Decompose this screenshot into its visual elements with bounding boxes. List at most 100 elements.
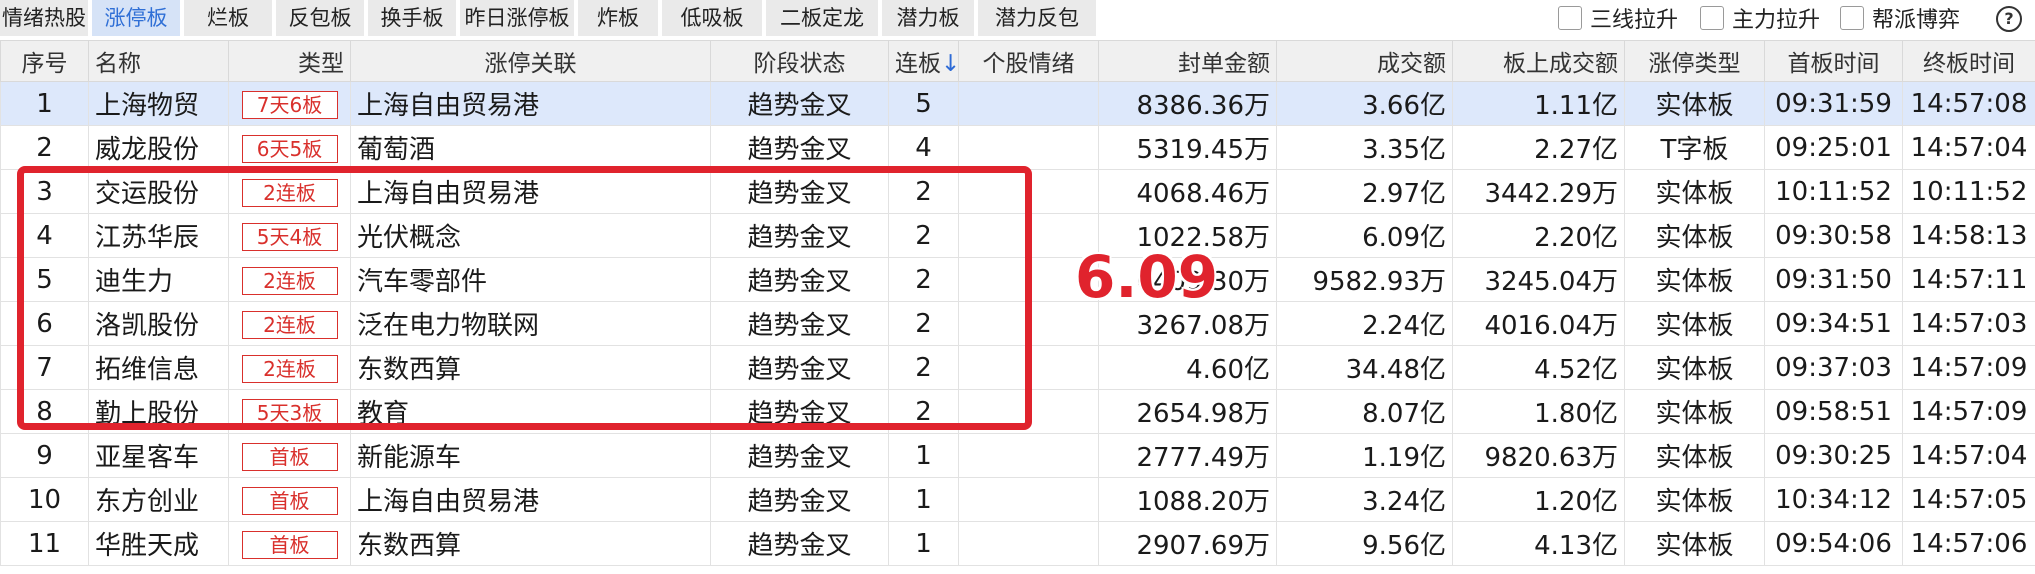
cell-boards: 5 [888, 81, 959, 126]
cell-idx: 10 [0, 477, 89, 522]
cell-seal: 3267.08万 [1098, 301, 1277, 346]
cell-amount: 3.35亿 [1276, 125, 1453, 170]
stock-name[interactable]: 上海物贸 [88, 81, 229, 126]
cell-lu_type: 实体板 [1624, 477, 1765, 522]
filter-label: 三线拉升 [1590, 8, 1679, 33]
board-type-badge: 首板 [241, 486, 338, 515]
table-row[interactable]: 10 东方创业 首板 上海自由贸易港 趋势金叉 1 1088.20万 3.24亿 1.20亿 实体… [0, 477, 2035, 522]
tab-0[interactable]: 情绪热股 [0, 0, 88, 36]
cell-mood [958, 257, 1099, 302]
filter-checkbox-0[interactable]: 三线拉升 [1558, 0, 1678, 36]
stock-name[interactable]: 华胜天成 [88, 521, 229, 566]
table-row[interactable]: 5 迪生力 2连板 汽车零部件 趋势金叉 2 6409.30万 9582.93万 3245.04… [0, 257, 2035, 302]
cell-amount: 3.66亿 [1276, 81, 1453, 126]
table-row[interactable]: 2 威龙股份 6天5板 葡萄酒 趋势金叉 4 5319.45万 3.35亿 2.27亿 T字板 09… [0, 125, 2035, 170]
tab-4[interactable]: 换手板 [368, 0, 456, 36]
cell-assoc: 东数西算 [350, 521, 711, 566]
cell-seal: 4068.46万 [1098, 169, 1277, 214]
cell-idx: 8 [0, 389, 89, 434]
stock-name[interactable]: 亚星客车 [88, 433, 229, 478]
cell-boards: 2 [888, 213, 959, 258]
stock-name[interactable]: 交运股份 [88, 169, 229, 214]
cell-on_board: 4.13亿 [1452, 521, 1625, 566]
column-header-8[interactable]: 成交额 [1276, 40, 1453, 82]
cell-mood [958, 345, 1099, 390]
table-row[interactable]: 11 华胜天成 首板 东数西算 趋势金叉 1 2907.69万 9.56亿 4.13亿 实体板 09… [0, 521, 2035, 566]
table-row[interactable]: 8 勤上股份 5天3板 教育 趋势金叉 2 2654.98万 8.07亿 1.80亿 实体板 09:… [0, 389, 2035, 434]
filter-checkbox-2[interactable]: 帮派博弈 [1840, 0, 1960, 36]
board-type-badge: 首板 [241, 442, 338, 471]
tab-2[interactable]: 烂板 [184, 0, 272, 36]
column-header-5[interactable]: 连板↓ [888, 40, 959, 82]
cell-boards: 2 [888, 389, 959, 434]
cell-first: 09:30:25 [1764, 433, 1903, 478]
cell-amount: 6.09亿 [1276, 213, 1453, 258]
board-type-badge: 2连板 [241, 354, 338, 383]
cell-stage: 趋势金叉 [710, 301, 889, 346]
column-header-3[interactable]: 涨停关联 [350, 40, 711, 82]
cell-mood [958, 169, 1099, 214]
column-header-6[interactable]: 个股情绪 [958, 40, 1099, 82]
stock-name[interactable]: 洛凯股份 [88, 301, 229, 346]
cell-mood [958, 433, 1099, 478]
column-header-11[interactable]: 首板时间 [1764, 40, 1903, 82]
column-header-12[interactable]: 终板时间 [1902, 40, 2035, 82]
type-cell: 6天5板 [228, 125, 351, 170]
cell-last: 14:57:05 [1902, 477, 2035, 522]
help-icon[interactable]: ? [1996, 6, 2022, 32]
stock-name[interactable]: 东方创业 [88, 477, 229, 522]
cell-on_board: 2.20亿 [1452, 213, 1625, 258]
checkbox-icon[interactable] [1558, 6, 1582, 30]
type-cell: 2连板 [228, 301, 351, 346]
cell-idx: 9 [0, 433, 89, 478]
checkbox-icon[interactable] [1840, 6, 1864, 30]
cell-last: 14:57:03 [1902, 301, 2035, 346]
table-row[interactable]: 3 交运股份 2连板 上海自由贸易港 趋势金叉 2 4068.46万 2.97亿 3442.29… [0, 169, 2035, 214]
stock-name: 迪生力 [88, 257, 229, 302]
cell-first: 09:30:58 [1764, 213, 1903, 258]
column-header-7[interactable]: 封单金额 [1098, 40, 1277, 82]
table-row[interactable]: 9 亚星客车 首板 新能源车 趋势金叉 1 2777.49万 1.19亿 9820.63万 实体板… [0, 433, 2035, 478]
type-cell: 5天4板 [228, 213, 351, 258]
cell-on_board: 1.20亿 [1452, 477, 1625, 522]
cell-lu_type: 实体板 [1624, 301, 1765, 346]
tab-5[interactable]: 昨日涨停板 [460, 0, 574, 36]
tab-8[interactable]: 二板定龙 [766, 0, 878, 36]
cell-last: 14:57:04 [1902, 433, 2035, 478]
column-header-2[interactable]: 类型 [228, 40, 351, 82]
cell-boards: 2 [888, 345, 959, 390]
stock-name[interactable]: 威龙股份 [88, 125, 229, 170]
tab-1[interactable]: 涨停板 [92, 0, 180, 36]
table-row[interactable]: 6 洛凯股份 2连板 泛在电力物联网 趋势金叉 2 3267.08万 2.24亿 4016.04… [0, 301, 2035, 346]
cell-first: 09:58:51 [1764, 389, 1903, 434]
column-header-9[interactable]: 板上成交额 [1452, 40, 1625, 82]
filter-checkbox-1[interactable]: 主力拉升 [1700, 0, 1820, 36]
cell-assoc: 上海自由贸易港 [350, 81, 711, 126]
cell-lu_type: T字板 [1624, 125, 1765, 170]
checkbox-icon[interactable] [1700, 6, 1724, 30]
cell-last: 14:57:09 [1902, 389, 2035, 434]
cell-stage: 趋势金叉 [710, 257, 889, 302]
cell-first: 09:31:50 [1764, 257, 1903, 302]
cell-mood [958, 389, 1099, 434]
tab-9[interactable]: 潜力板 [882, 0, 974, 36]
column-header-1[interactable]: 名称 [88, 40, 229, 82]
table-row[interactable]: 4 江苏华辰 5天4板 光伏概念 趋势金叉 2 1022.58万 6.09亿 2.20亿 实体板 0… [0, 213, 2035, 258]
stock-name[interactable]: 拓维信息 [88, 345, 229, 390]
cell-assoc: 东数西算 [350, 345, 711, 390]
tab-6[interactable]: 炸板 [578, 0, 658, 36]
cell-assoc: 上海自由贸易港 [350, 477, 711, 522]
tab-7[interactable]: 低吸板 [662, 0, 762, 36]
table-row[interactable]: 7 拓维信息 2连板 东数西算 趋势金叉 2 4.60亿 34.48亿 4.52亿 实体板 09:3… [0, 345, 2035, 390]
column-header-0[interactable]: 序号 [0, 40, 89, 82]
column-header-10[interactable]: 涨停类型 [1624, 40, 1765, 82]
tab-10[interactable]: 潜力反包 [978, 0, 1096, 36]
tab-bar: 情绪热股 涨停板 烂板 反包板 换手板 昨日涨停板 炸板 低吸板 二板定龙 潜力板 潜力反包 三线拉… [0, 0, 2035, 40]
table-row[interactable]: 1 上海物贸 7天6板 上海自由贸易港 趋势金叉 5 8386.36万 3.66亿 1.11亿实… [0, 81, 2035, 126]
stock-name[interactable]: 勤上股份 [88, 389, 229, 434]
column-header-4[interactable]: 阶段状态 [710, 40, 889, 82]
tab-3[interactable]: 反包板 [276, 0, 364, 36]
cell-on_board: 1.80亿 [1452, 389, 1625, 434]
cell-idx: 5 [0, 257, 89, 302]
cell-first: 10:34:12 [1764, 477, 1903, 522]
